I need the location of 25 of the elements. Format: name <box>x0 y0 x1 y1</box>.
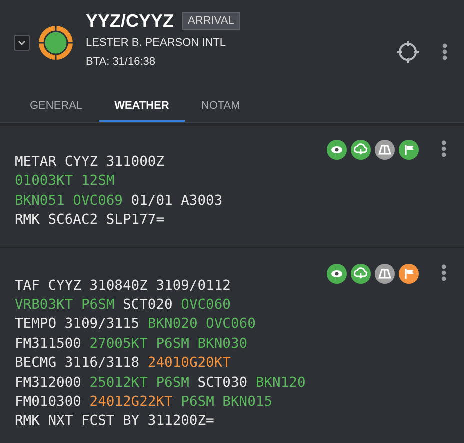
report-line: BECMG 3116/3118 24010G20KT <box>15 354 232 374</box>
airport-code: YYZ/CYYZ <box>86 10 174 32</box>
report-line: FM010300 24012G22KT P6SM BKN015 <box>15 393 274 412</box>
tab[interactable]: NOTAM <box>185 92 256 122</box>
report-line: RMK SC6AC2 SLP177= <box>15 211 166 230</box>
report-line: TAF CYYZ 310840Z 3109/0112 <box>15 276 232 296</box>
airport-status-icon <box>37 24 75 62</box>
arrival-time: BTA: 31/16:38 <box>86 55 157 69</box>
report-line: FM312000 25012KT P6SM SCT030 BKN120 <box>15 374 306 393</box>
report-line: FM311500 27005KT P6SM BKN030 <box>15 334 249 354</box>
report-line: RMK NXT FCST BY 311200Z= <box>15 412 216 432</box>
more-icon[interactable] <box>442 43 448 61</box>
report-line: METAR CYYZ 311000Z <box>15 153 166 172</box>
report-line: TEMPO 3109/3115 BKN020 OVC060 <box>15 315 257 334</box>
report-line: VRB03KT P6SM SCT020 OVC060 <box>15 296 232 316</box>
expand-toggle[interactable] <box>14 35 30 51</box>
target-icon[interactable] <box>396 40 420 64</box>
arrival-badge: ARRIVAL <box>182 12 240 30</box>
report-line: BKN051 OVC069 01/01 A3003 <box>15 192 223 211</box>
airport-name: LESTER B. PEARSON INTL <box>86 36 227 50</box>
report-line: 01003KT 12SM <box>15 172 116 192</box>
more-icon[interactable] <box>441 264 447 282</box>
more-icon[interactable] <box>441 140 447 158</box>
tab[interactable]: GENERAL <box>14 92 99 122</box>
chevron-down-icon <box>18 40 26 46</box>
